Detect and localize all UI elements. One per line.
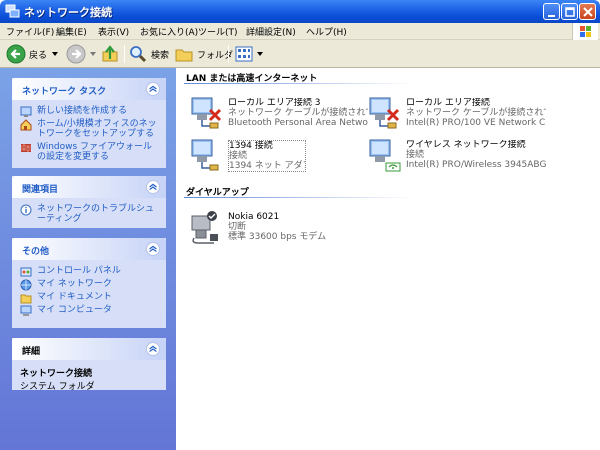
lan-connected-icon [191, 139, 219, 171]
forward-button[interactable] [66, 44, 97, 64]
close-icon [583, 7, 593, 17]
connection-wireless[interactable]: ワイヤレス ネットワーク接続 接続 Intel(R) PRO/Wireless … [366, 138, 546, 174]
toolbar-separator [124, 45, 125, 63]
firewall-icon [21, 144, 31, 152]
my-documents-icon [20, 294, 32, 304]
views-button[interactable] [234, 44, 264, 64]
task-troubleshooting[interactable]: ネットワークのトラブルシューティング [20, 204, 158, 224]
forward-arrow-icon [66, 44, 86, 64]
link-control-panel[interactable]: コントロール パネル [20, 266, 158, 277]
other-places-header[interactable]: その他 [12, 238, 166, 260]
collapse-chevron-icon[interactable] [146, 342, 160, 356]
close-button[interactable] [579, 3, 596, 20]
connection-1394[interactable]: 1394 接続 接続 1394 ネット アダプタ [188, 138, 368, 174]
panel-title: 詳細 [22, 347, 41, 357]
network-connections-icon [5, 4, 20, 18]
task-pane: ネットワーク タスク 新しい接続を作成する ホーム/小規模オフィスのネットワーク… [0, 68, 176, 450]
task-firewall-settings[interactable]: Windows ファイアウォールの設定を変更する [20, 142, 158, 162]
up-folder-button[interactable] [100, 44, 120, 64]
search-button[interactable]: 検索 [128, 44, 169, 64]
connections-view: LAN または高速インターネット ローカル エリア接続 3 ネットワーク ケーブ… [176, 68, 600, 450]
maximize-button[interactable] [561, 3, 578, 20]
related-header[interactable]: 関連項目 [12, 176, 166, 198]
link-my-documents[interactable]: マイ ドキュメント [20, 292, 158, 304]
back-arrow-icon [6, 44, 26, 64]
menu-favorites[interactable]: お気に入り(A) [140, 25, 198, 38]
lan-disconnected-icon [191, 97, 222, 129]
collapse-chevron-icon[interactable] [146, 180, 160, 194]
control-panel-icon [20, 267, 32, 277]
details-name: ネットワーク接続 [20, 369, 93, 379]
folder-icon [175, 49, 193, 62]
network-tasks-header[interactable]: ネットワーク タスク [12, 78, 166, 100]
lan-disconnected-icon [369, 97, 400, 129]
menu-bar: ファイル(F) 編集(E) 表示(V) お気に入り(A) ツール(T) 詳細設定… [0, 23, 600, 40]
windows-flag-icon [580, 26, 591, 37]
other-places-panel: その他 コントロール パネル マイ ネットワーク マイ ドキュメント マイ コン… [12, 238, 166, 328]
connection-local-area-3[interactable]: ローカル エリア接続 3 ネットワーク ケーブルが接続されてい... Bluet… [188, 96, 368, 132]
info-icon [20, 204, 32, 216]
chevron-down-icon [52, 52, 59, 56]
folders-button[interactable]: フォルダ [174, 44, 233, 64]
panel-title: ネットワーク タスク [22, 87, 107, 97]
menu-advanced[interactable]: 詳細設定(N) [246, 25, 296, 38]
toolbar-separator [228, 45, 229, 63]
collapse-chevron-icon[interactable] [146, 82, 160, 96]
my-network-icon [20, 279, 32, 291]
task-home-network-setup[interactable]: ホーム/小規模オフィスのネットワークをセットアップする [20, 119, 158, 139]
panel-title: 関連項目 [22, 185, 59, 195]
up-folder-icon [102, 45, 118, 62]
chevron-down-icon [257, 52, 263, 56]
menu-view[interactable]: 表示(V) [98, 25, 129, 38]
panel-title: その他 [22, 247, 50, 257]
dialup-modem-icon [191, 211, 218, 244]
task-create-connection[interactable]: 新しい接続を作成する [20, 106, 158, 117]
details-header[interactable]: 詳細 [12, 338, 166, 360]
menu-tools[interactable]: ツール(T) [198, 25, 238, 38]
group-divider [184, 83, 414, 84]
collapse-chevron-icon[interactable] [146, 242, 160, 256]
minimize-icon [548, 15, 555, 17]
connection-local-area[interactable]: ローカル エリア接続 ネットワーク ケーブルが接続されてい... Intel(R… [366, 96, 546, 132]
chevron-down-icon [90, 52, 96, 56]
connection-nokia-6021[interactable]: Nokia 6021 切断 標準 33600 bps モデム [188, 210, 368, 246]
windows-logo [572, 23, 598, 40]
search-icon [130, 46, 147, 63]
window-title: ネットワーク接続 [24, 6, 112, 19]
my-computer-icon [20, 305, 32, 316]
menu-edit[interactable]: 編集(E) [56, 25, 87, 38]
back-button[interactable]: 戻る [6, 44, 59, 64]
link-my-network[interactable]: マイ ネットワーク [20, 279, 158, 291]
details-panel: 詳細 ネットワーク接続 システム フォルダ [12, 338, 166, 392]
new-connection-icon [20, 106, 32, 117]
maximize-icon [565, 7, 575, 17]
view-grid-icon [235, 46, 253, 62]
group-divider [184, 197, 414, 198]
home-network-icon [20, 119, 32, 131]
menu-file[interactable]: ファイル(F) [6, 25, 54, 38]
minimize-button[interactable] [543, 3, 560, 20]
wireless-connected-icon [369, 139, 401, 172]
network-tasks-panel: ネットワーク タスク 新しい接続を作成する ホーム/小規模オフィスのネットワーク… [12, 78, 166, 168]
details-type: システム フォルダ [20, 382, 95, 392]
title-bar[interactable]: ネットワーク接続 [0, 0, 600, 23]
related-panel: 関連項目 ネットワークのトラブルシューティング [12, 176, 166, 228]
menu-help[interactable]: ヘルプ(H) [306, 25, 347, 38]
toolbar: 戻る 検索 フォルダ [0, 40, 600, 68]
link-my-computer[interactable]: マイ コンピュータ [20, 305, 158, 316]
